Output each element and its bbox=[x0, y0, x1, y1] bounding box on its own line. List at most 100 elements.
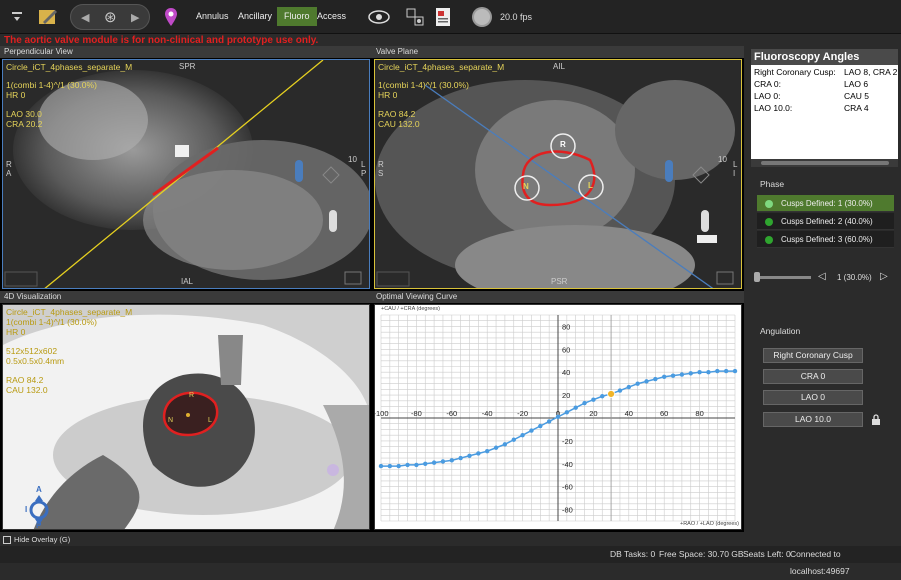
valve-plane-viewport[interactable]: R N L Circle_iCT_4phases_separate_M 1(co… bbox=[374, 59, 742, 289]
lock-icon[interactable] bbox=[871, 413, 881, 425]
cusp-label-n[interactable]: N bbox=[523, 182, 529, 191]
phase-slider[interactable] bbox=[756, 276, 811, 279]
hide-overlay-toggle[interactable]: Hide Overlay (G) bbox=[3, 534, 70, 545]
series-name: Circle_iCT_4phases_separate_M bbox=[6, 62, 133, 72]
zoom-label: 10 bbox=[348, 155, 357, 164]
db-tasks: DB Tasks: 0 bbox=[610, 549, 656, 559]
edit-icon[interactable] bbox=[36, 4, 60, 30]
tab-access[interactable]: Access bbox=[310, 7, 353, 26]
y-tick-label: -40 bbox=[562, 460, 573, 469]
data-point bbox=[600, 394, 605, 399]
heart-rate: HR 0 bbox=[6, 327, 26, 337]
data-point bbox=[555, 414, 561, 420]
y-axis-caption: +CAU / +CRA (degrees) bbox=[381, 306, 440, 312]
lao-angle: LAO 30.0 bbox=[6, 109, 42, 119]
ovc-chart-area[interactable]: -100-80-60-40-20020406080-80-60-40-20204… bbox=[374, 304, 742, 530]
series-name: Circle_iCT_4phases_separate_M bbox=[378, 62, 505, 72]
checkbox-icon[interactable] bbox=[3, 535, 11, 544]
orientation-bottom: IAL bbox=[181, 277, 194, 286]
table-row[interactable]: CRA 0: LAO 6 bbox=[754, 78, 898, 90]
location-pin-icon[interactable] bbox=[162, 4, 180, 30]
list-item[interactable]: Cusps Defined: 2 (40.0%) bbox=[757, 213, 894, 230]
data-point bbox=[670, 373, 676, 378]
y-tick-label: -60 bbox=[562, 483, 573, 492]
data-point bbox=[715, 368, 720, 374]
lao-0-button[interactable]: LAO 0 bbox=[763, 390, 863, 405]
cau-angle: CAU 132.0 bbox=[6, 385, 48, 395]
rao-angle: RAO 84.2 bbox=[6, 375, 44, 385]
data-point bbox=[679, 372, 685, 377]
series-name: Circle_iCT_4phases_separate_M bbox=[6, 307, 133, 317]
panel-title: Optimal Viewing Curve bbox=[372, 291, 744, 303]
home-icon[interactable]: ⊛ bbox=[104, 8, 117, 26]
data-point bbox=[511, 437, 516, 442]
zoom-label: 10 bbox=[718, 155, 727, 164]
data-point bbox=[502, 442, 508, 447]
x-tick-label: -100 bbox=[375, 409, 389, 418]
heart-rate: HR 0 bbox=[6, 90, 26, 100]
panel-title: Perpendicular View bbox=[0, 46, 372, 58]
table-row[interactable]: Right Coronary Cusp: LAO 8, CRA 2 bbox=[754, 66, 898, 78]
cusp-label-r[interactable]: R bbox=[560, 140, 566, 149]
data-point bbox=[617, 388, 623, 393]
table-row[interactable]: LAO 10.0: CRA 4 bbox=[754, 102, 898, 114]
list-item[interactable]: Cusps Defined: 3 (60.0%) bbox=[757, 231, 894, 248]
prev-phase-icon[interactable]: ◁ bbox=[818, 271, 826, 282]
phase-value: 1 (30.0%) bbox=[837, 273, 872, 282]
x-tick-label: 40 bbox=[625, 409, 633, 418]
playback-speed-icon[interactable] bbox=[470, 4, 494, 30]
forward-icon[interactable]: ▶ bbox=[131, 11, 139, 24]
perpendicular-viewport[interactable]: Circle_iCT_4phases_separate_M 1(combi 1-… bbox=[2, 59, 370, 289]
toolbar: ◀ ⊛ ▶ Annulus Ancillary Fluoro Access 20… bbox=[0, 0, 901, 34]
list-item[interactable]: Cusps Defined: 1 (30.0%) bbox=[757, 195, 894, 212]
data-point bbox=[458, 455, 463, 461]
next-phase-icon[interactable]: ▷ bbox=[880, 271, 888, 282]
snapshot-icon[interactable] bbox=[404, 4, 426, 30]
tab-ancillary[interactable]: Ancillary bbox=[231, 7, 279, 26]
phase-title: Phase bbox=[760, 179, 785, 189]
voxel-spacing: 0.5x0.5x0.4mm bbox=[6, 356, 65, 366]
data-point bbox=[529, 428, 534, 433]
seats-left: Seats Left: 0 bbox=[743, 549, 791, 559]
x-tick-label: 20 bbox=[589, 409, 597, 418]
x-axis-caption: +RAO / +LAO (degrees) bbox=[680, 521, 739, 527]
ovc-chart[interactable]: -100-80-60-40-20020406080-80-60-40-20204… bbox=[375, 305, 742, 530]
right-coronary-cusp-button[interactable]: Right Coronary Cusp bbox=[763, 348, 863, 363]
orientation-left: R A bbox=[6, 160, 12, 178]
data-point bbox=[706, 370, 711, 375]
orient-anterior: A bbox=[36, 485, 42, 494]
data-point bbox=[520, 432, 525, 438]
data-point bbox=[423, 461, 428, 466]
orientation-top: AIL bbox=[553, 62, 566, 71]
data-point bbox=[626, 384, 631, 390]
data-point bbox=[644, 379, 649, 384]
x-tick-label: -60 bbox=[446, 409, 457, 418]
report-icon[interactable] bbox=[432, 4, 454, 30]
ovc-panel: Optimal Viewing Curve -100-80-60-40-2002… bbox=[372, 291, 744, 532]
right-panel: Fluoroscopy Angles Right Coronary Cusp: L… bbox=[748, 46, 901, 546]
lao-10-button[interactable]: LAO 10.0 bbox=[763, 412, 863, 427]
data-point bbox=[485, 448, 490, 454]
data-point bbox=[414, 462, 419, 468]
table-row[interactable]: LAO 0: CAU 5 bbox=[754, 90, 898, 102]
data-point bbox=[476, 451, 481, 456]
volume-render bbox=[3, 305, 369, 529]
menu-icon[interactable] bbox=[8, 4, 26, 30]
volume-dims: 512x512x602 bbox=[6, 346, 58, 356]
eye-icon[interactable] bbox=[367, 4, 391, 30]
data-point bbox=[546, 419, 552, 424]
cra-0-button[interactable]: CRA 0 bbox=[763, 369, 863, 384]
viz4d-viewport[interactable]: Circle_iCT_4phases_separate_M 1(combi 1-… bbox=[2, 304, 370, 530]
phase-slider-handle[interactable] bbox=[754, 272, 760, 282]
data-point bbox=[431, 460, 437, 465]
free-space: Free Space: 30.70 GB bbox=[659, 549, 744, 559]
cau-angle: CAU 132.0 bbox=[378, 119, 420, 129]
data-point bbox=[573, 405, 578, 410]
back-icon[interactable]: ◀ bbox=[81, 11, 89, 24]
cusp-label-l[interactable]: L bbox=[588, 181, 593, 190]
panel-title: Valve Plane bbox=[372, 46, 744, 58]
tab-annulus[interactable]: Annulus bbox=[189, 7, 236, 26]
ct-image bbox=[3, 60, 369, 288]
fluoro-table-scrollbar[interactable] bbox=[751, 159, 898, 167]
cra-angle: CRA 20.2 bbox=[6, 119, 43, 129]
